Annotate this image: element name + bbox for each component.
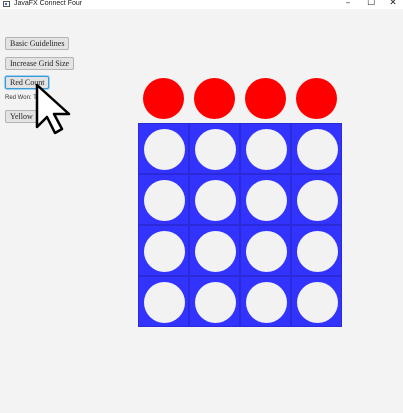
empty-slot — [195, 180, 236, 221]
maximize-button[interactable]: ☐ — [364, 0, 378, 9]
basic-guidelines-button[interactable]: Basic Guidelines — [5, 37, 70, 50]
drop-disc-col-2[interactable] — [194, 78, 235, 119]
board-cell[interactable] — [291, 225, 342, 276]
board-cell[interactable] — [240, 276, 291, 327]
drop-disc-col-4[interactable] — [296, 78, 337, 119]
board-cell[interactable] — [189, 225, 240, 276]
empty-slot — [297, 129, 338, 170]
empty-slot — [297, 282, 338, 323]
board-cell[interactable] — [291, 174, 342, 225]
drop-disc-col-3[interactable] — [245, 78, 286, 119]
empty-slot — [144, 231, 185, 272]
board-cell[interactable] — [291, 276, 342, 327]
empty-slot — [195, 282, 236, 323]
empty-slot — [195, 231, 236, 272]
window-title: JavaFX Connect Four — [14, 0, 83, 7]
board-cell[interactable] — [189, 276, 240, 327]
empty-slot — [246, 180, 287, 221]
board-cell[interactable] — [138, 276, 189, 327]
board-cell[interactable] — [240, 174, 291, 225]
minimize-button[interactable]: – — [341, 0, 355, 9]
empty-slot — [297, 180, 338, 221]
empty-slot — [246, 231, 287, 272]
board-cell[interactable] — [189, 123, 240, 174]
empty-slot — [246, 129, 287, 170]
board-cell[interactable] — [138, 225, 189, 276]
increase-grid-size-button[interactable]: Increase Grid Size — [5, 57, 75, 70]
close-button[interactable]: ✕ — [386, 0, 400, 9]
board-cell[interactable] — [291, 123, 342, 174]
title-bar: JavaFX Connect Four – ☐ ✕ — [0, 0, 403, 9]
mouse-cursor-icon — [35, 83, 71, 135]
app-icon — [3, 1, 10, 7]
board-cell[interactable] — [138, 174, 189, 225]
empty-slot — [144, 129, 185, 170]
board-cell[interactable] — [240, 225, 291, 276]
empty-slot — [195, 129, 236, 170]
empty-slot — [144, 180, 185, 221]
board-cell[interactable] — [189, 174, 240, 225]
empty-slot — [246, 282, 287, 323]
drop-disc-col-1[interactable] — [143, 78, 184, 119]
empty-slot — [297, 231, 338, 272]
empty-slot — [144, 282, 185, 323]
game-board — [138, 123, 342, 327]
yellow-count-button[interactable]: Yellow — [5, 110, 38, 123]
board-cell[interactable] — [138, 123, 189, 174]
board-cell[interactable] — [240, 123, 291, 174]
